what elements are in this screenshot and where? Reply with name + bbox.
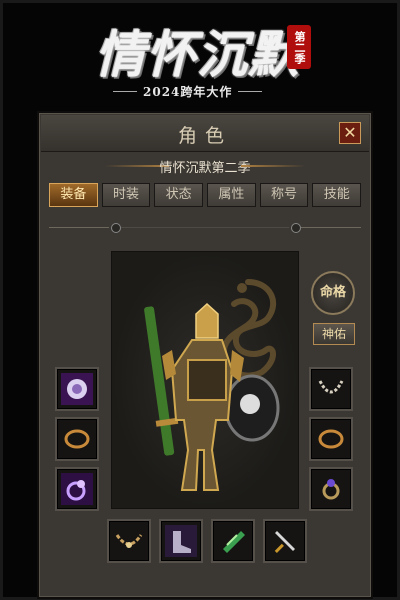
logo-season-seal: 第二季	[287, 25, 311, 69]
equip-slot-boots[interactable]	[159, 519, 203, 563]
armored-warrior-icon	[144, 302, 280, 491]
tab-attributes[interactable]: 属性	[207, 183, 256, 207]
ring-icon	[322, 479, 340, 500]
gem-icon	[223, 531, 245, 553]
character-name: 情怀沉默第二季	[159, 161, 251, 176]
equip-slot-bracelet-right[interactable]	[309, 417, 353, 461]
dagger-icon	[274, 531, 295, 553]
bracelet-icon	[318, 429, 344, 449]
character-name-row: 情怀沉默第二季	[41, 153, 369, 181]
equip-slot-belt[interactable]	[107, 519, 151, 563]
logo-title: 情怀沉默	[95, 25, 299, 84]
fate-button[interactable]: 命格	[311, 271, 355, 315]
boots-icon	[165, 525, 197, 557]
equip-slot-ring-left[interactable]	[55, 467, 99, 511]
belt-icon	[115, 534, 143, 548]
panel-title: 角色	[177, 125, 232, 147]
panel-titlebar[interactable]: 角色 ✕	[41, 115, 369, 152]
ornament-right	[241, 165, 305, 167]
bracelet-icon	[64, 429, 90, 449]
character-model-area	[111, 251, 299, 509]
ring-icon	[61, 473, 93, 505]
close-button[interactable]: ✕	[339, 122, 361, 144]
helmet-medal-icon	[61, 373, 93, 405]
necklace-icon	[318, 380, 344, 394]
equip-slot-bracelet-left[interactable]	[55, 417, 99, 461]
tab-equipment[interactable]: 装备	[49, 183, 98, 207]
tab-fashion[interactable]: 时装	[101, 183, 151, 207]
tab-skills[interactable]: 技能	[312, 183, 362, 207]
divider	[49, 221, 361, 233]
tab-bar: 装备 时装 状态 属性 称号 技能	[49, 183, 362, 207]
equip-slot-helmet[interactable]	[55, 367, 99, 411]
character-panel: 角色 ✕ 情怀沉默第二季 装备 时装 状态 属性 称号 技能 命格 神佑	[37, 111, 373, 599]
game-logo: 情怀沉默 第二季 2024跨年大作	[73, 11, 333, 103]
equip-slot-necklace[interactable]	[309, 367, 353, 411]
equip-slot-ring-right[interactable]	[309, 467, 353, 511]
equip-slot-dagger[interactable]	[263, 519, 307, 563]
logo-subtitle: 2024跨年大作	[112, 85, 263, 99]
tab-status[interactable]: 状态	[154, 183, 204, 207]
screen-frame: 情怀沉默 第二季 2024跨年大作 角色 ✕ 情怀沉默第二季 装备 时装 状态 …	[0, 0, 400, 600]
equip-slot-gem[interactable]	[211, 519, 255, 563]
blessing-button[interactable]: 神佑	[313, 323, 355, 345]
tab-titles[interactable]: 称号	[259, 183, 309, 207]
